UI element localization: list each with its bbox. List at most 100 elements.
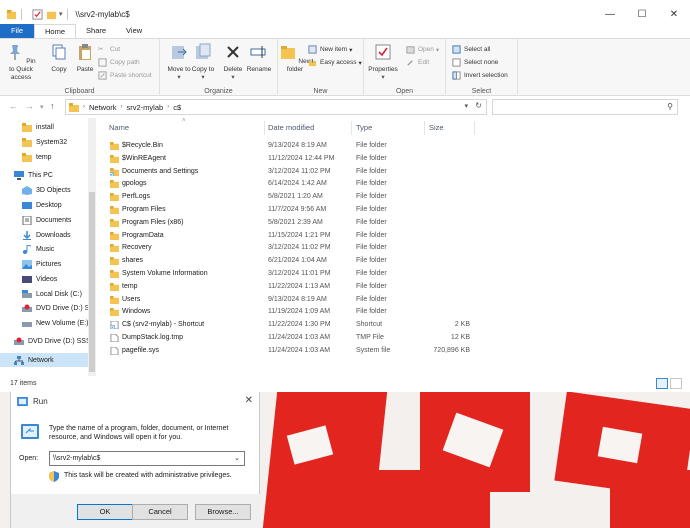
large-icons-view-button[interactable]: [670, 378, 682, 389]
chevron-right-icon[interactable]: ›: [167, 104, 169, 110]
column-header-size[interactable]: Size: [429, 123, 444, 132]
select-none-button[interactable]: Select none: [452, 57, 498, 68]
search-input[interactable]: ⚲: [492, 99, 678, 115]
run-title: Run: [33, 396, 48, 406]
table-row[interactable]: temp 11/22/2024 1:13 AM File folder: [98, 281, 690, 294]
new-item-button[interactable]: New item ▾: [308, 44, 352, 55]
run-open-label: Open:: [19, 455, 39, 462]
address-dropdown-icon[interactable]: ▾: [464, 102, 468, 110]
nav-scrollbar-thumb[interactable]: [89, 192, 95, 372]
nav-item-temp[interactable]: temp: [22, 150, 52, 164]
chevron-right-icon[interactable]: ›: [121, 104, 123, 110]
properties-button[interactable]: Properties ▾: [366, 43, 400, 82]
table-row[interactable]: shares 6/21/2024 1:04 AM File folder: [98, 255, 690, 268]
close-button[interactable]: ✕: [658, 4, 690, 24]
table-row[interactable]: Program Files 11/7/2024 9:56 AM File folde…: [98, 204, 690, 217]
address-bar[interactable]: › Network › srv2-mylab › c$ ▾ ↻: [65, 99, 487, 115]
nav-item-videos[interactable]: Videos: [22, 272, 57, 286]
browse-button[interactable]: Browse...: [195, 504, 251, 520]
nav-scrollbar[interactable]: [88, 118, 96, 376]
table-row[interactable]: Recovery 3/12/2024 11:02 PM File folder: [98, 242, 690, 255]
nav-item-this-pc[interactable]: This PC: [14, 168, 53, 182]
run-open-combobox[interactable]: \\srv2-mylab\c$ ⌄: [49, 451, 245, 466]
table-row[interactable]: PerfLogs 5/8/2021 1:20 AM File folder: [98, 191, 690, 204]
file-type: Shortcut: [356, 321, 383, 329]
cut-button[interactable]: ✂ Cut: [98, 44, 120, 55]
paste-shortcut-button[interactable]: Paste shortcut: [98, 70, 152, 81]
back-button[interactable]: ←: [9, 101, 18, 111]
details-view-button[interactable]: [656, 378, 668, 389]
easy-access-button[interactable]: Easy access ▾: [308, 57, 362, 68]
pin-to-quick-access-button[interactable]: Pin to Quick access: [4, 43, 38, 82]
sort-ascending-icon: ˄: [182, 118, 186, 124]
new-folder-button[interactable]: New folder: [278, 43, 312, 74]
select-all-button[interactable]: Select all: [452, 44, 490, 55]
table-row[interactable]: Windows 11/19/2024 1:09 AM File folder: [98, 306, 690, 319]
file-name: ProgramData: [122, 231, 164, 239]
cancel-button[interactable]: Cancel: [132, 504, 188, 520]
column-header-type[interactable]: Type: [356, 123, 372, 132]
select-group: Select all Select none Invert selection …: [446, 39, 518, 97]
maximize-button[interactable]: ☐: [626, 4, 658, 24]
table-row[interactable]: Users 9/13/2024 8:19 AM File folder: [98, 294, 690, 307]
nav-item-documents[interactable]: Documents: [22, 213, 71, 227]
copy-to-button[interactable]: Copy to ▾: [186, 43, 220, 82]
nav-item-local-disk-c[interactable]: Local Disk (C:): [22, 287, 82, 301]
table-row[interactable]: gpologs 6/14/2024 1:42 AM File folder: [98, 178, 690, 191]
invert-selection-button[interactable]: Invert selection: [452, 70, 508, 81]
table-row[interactable]: pagefile.sys 11/24/2024 1:03 AM System fil…: [98, 345, 690, 358]
nav-item-dvd-drive[interactable]: DVD Drive (D:) SS: [22, 301, 94, 315]
table-row[interactable]: C$ (srv2-mylab) - Shortcut 11/22/2024 1:3…: [98, 319, 690, 332]
nav-item-desktop[interactable]: Desktop: [22, 198, 62, 212]
breadcrumb-share[interactable]: c$: [173, 103, 181, 112]
column-header-date[interactable]: Date modified: [268, 123, 314, 132]
edit-button[interactable]: Edit: [406, 57, 429, 68]
table-row[interactable]: $Recycle.Bin 9/13/2024 8:19 AM File folder: [98, 140, 690, 153]
breadcrumb-server[interactable]: srv2-mylab: [127, 103, 164, 112]
tab-home[interactable]: Home: [34, 24, 77, 38]
forward-button[interactable]: →: [25, 101, 34, 111]
nav-item-pictures[interactable]: Pictures: [22, 257, 61, 271]
file-name: PerfLogs: [122, 193, 151, 201]
recent-locations-button[interactable]: ▾: [40, 103, 44, 111]
paste-button[interactable]: Paste: [68, 43, 102, 74]
new-group: New folder New item ▾ Easy access ▾ New: [278, 39, 364, 97]
nav-item-music[interactable]: Music: [22, 242, 54, 256]
ok-button[interactable]: OK: [77, 504, 133, 520]
tab-view[interactable]: View: [116, 24, 152, 38]
minimize-button[interactable]: —: [594, 4, 626, 24]
table-row[interactable]: ProgramData 11/15/2024 1:21 PM File folder: [98, 230, 690, 243]
table-row[interactable]: Program Files (x86) 5/8/2021 2:39 AM File …: [98, 217, 690, 230]
paste-shortcut-icon: [98, 71, 107, 80]
tab-share[interactable]: Share: [76, 24, 116, 38]
nav-item-network[interactable]: Network: [0, 353, 88, 367]
run-close-button[interactable]: ✕: [245, 395, 253, 406]
select-all-icon: [452, 45, 461, 54]
customize-quick-access-icon[interactable]: ▾: [59, 10, 63, 18]
tab-file[interactable]: File: [0, 24, 34, 38]
rename-button[interactable]: Rename: [242, 43, 276, 74]
open-button[interactable]: Open ▾: [406, 44, 439, 55]
file-name: Windows: [122, 308, 151, 316]
refresh-icon[interactable]: ↻: [475, 101, 482, 110]
file-type: File folder: [356, 193, 387, 201]
nav-item-system32[interactable]: System32: [22, 135, 67, 149]
nav-item-dvd-drive-root[interactable]: DVD Drive (D:) SSS: [14, 334, 91, 348]
nav-item-install[interactable]: install: [22, 120, 54, 134]
table-row[interactable]: Documents and Settings 3/12/2024 11:02 PM…: [98, 166, 690, 179]
file-date-modified: 11/15/2024 1:21 PM: [268, 231, 331, 239]
nav-item-downloads[interactable]: Downloads: [22, 228, 71, 242]
column-header-name[interactable]: Name: [109, 123, 129, 132]
chevron-down-icon[interactable]: ⌄: [234, 452, 240, 465]
table-row[interactable]: DumpStack.log.tmp 11/24/2024 1:03 AM TMP F…: [98, 332, 690, 345]
table-row[interactable]: $WinREAgent 11/12/2024 12:44 PM File folde…: [98, 153, 690, 166]
breadcrumb-network[interactable]: Network: [89, 103, 117, 112]
properties-quick-icon[interactable]: [32, 8, 43, 20]
table-row[interactable]: System Volume Information 3/12/2024 11:01…: [98, 268, 690, 281]
copy-path-button[interactable]: Copy path: [98, 57, 140, 68]
up-button[interactable]: ↑: [50, 101, 55, 111]
nav-item-new-volume-e[interactable]: New Volume (E:): [22, 316, 89, 330]
new-folder-quick-icon[interactable]: [46, 9, 57, 20]
file-name: $WinREAgent: [122, 154, 166, 162]
nav-item-3d-objects[interactable]: 3D Objects: [22, 183, 71, 197]
